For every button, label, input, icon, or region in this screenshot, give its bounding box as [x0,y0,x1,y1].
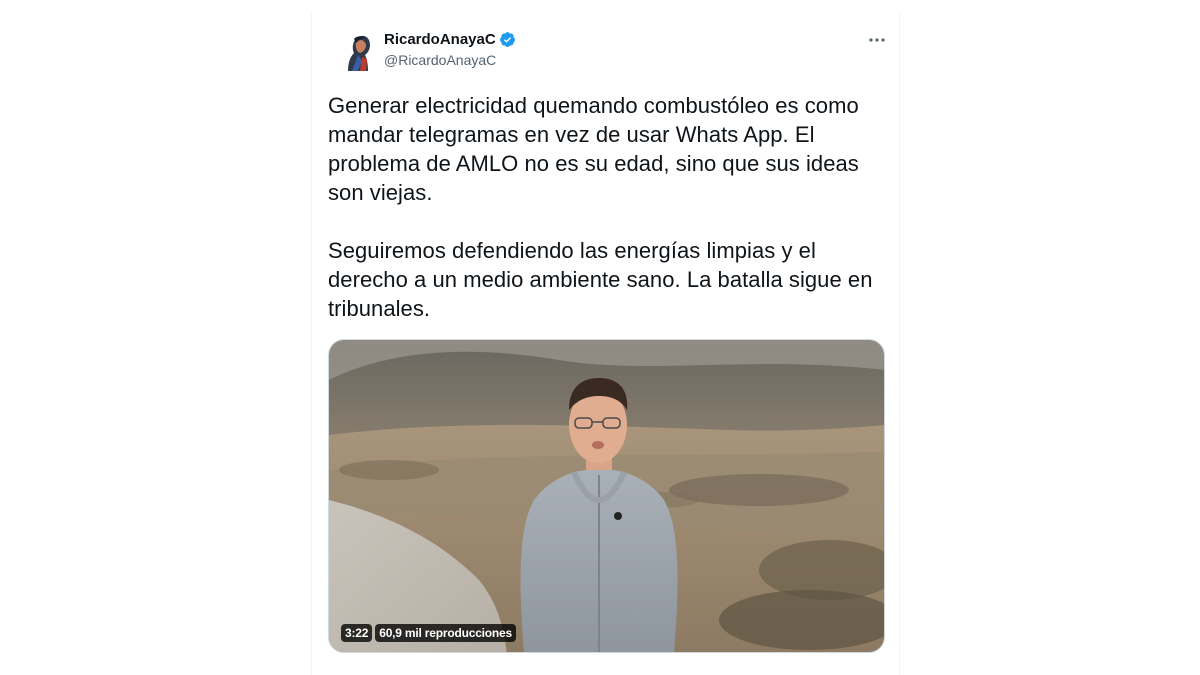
more-horizontal-icon[interactable] [865,30,889,50]
author-name-row[interactable]: RicardoAnayaC [384,31,516,48]
tweet-text: Generar electricidad quemando combustóle… [328,91,888,323]
tweet-card: RicardoAnayaC @RicardoAnayaC Generar ele… [311,14,900,675]
tweet-paragraph-2: Seguiremos defendiendo las energías limp… [328,238,873,321]
video-overlay: 3:22 60,9 mil reproducciones [341,624,517,642]
video-player[interactable]: 3:22 60,9 mil reproducciones [328,339,885,653]
video-views-badge: 60,9 mil reproducciones [375,624,517,642]
tweet-paragraph-1: Generar electricidad quemando combustóle… [328,93,859,205]
video-thumbnail [329,340,884,652]
verified-badge-icon [499,31,516,48]
author-name[interactable]: RicardoAnayaC [384,31,496,48]
profile-photo-icon [334,27,382,75]
author-handle[interactable]: @RicardoAnayaC [384,52,496,68]
video-duration-badge: 3:22 [341,624,373,642]
avatar[interactable] [334,27,382,75]
